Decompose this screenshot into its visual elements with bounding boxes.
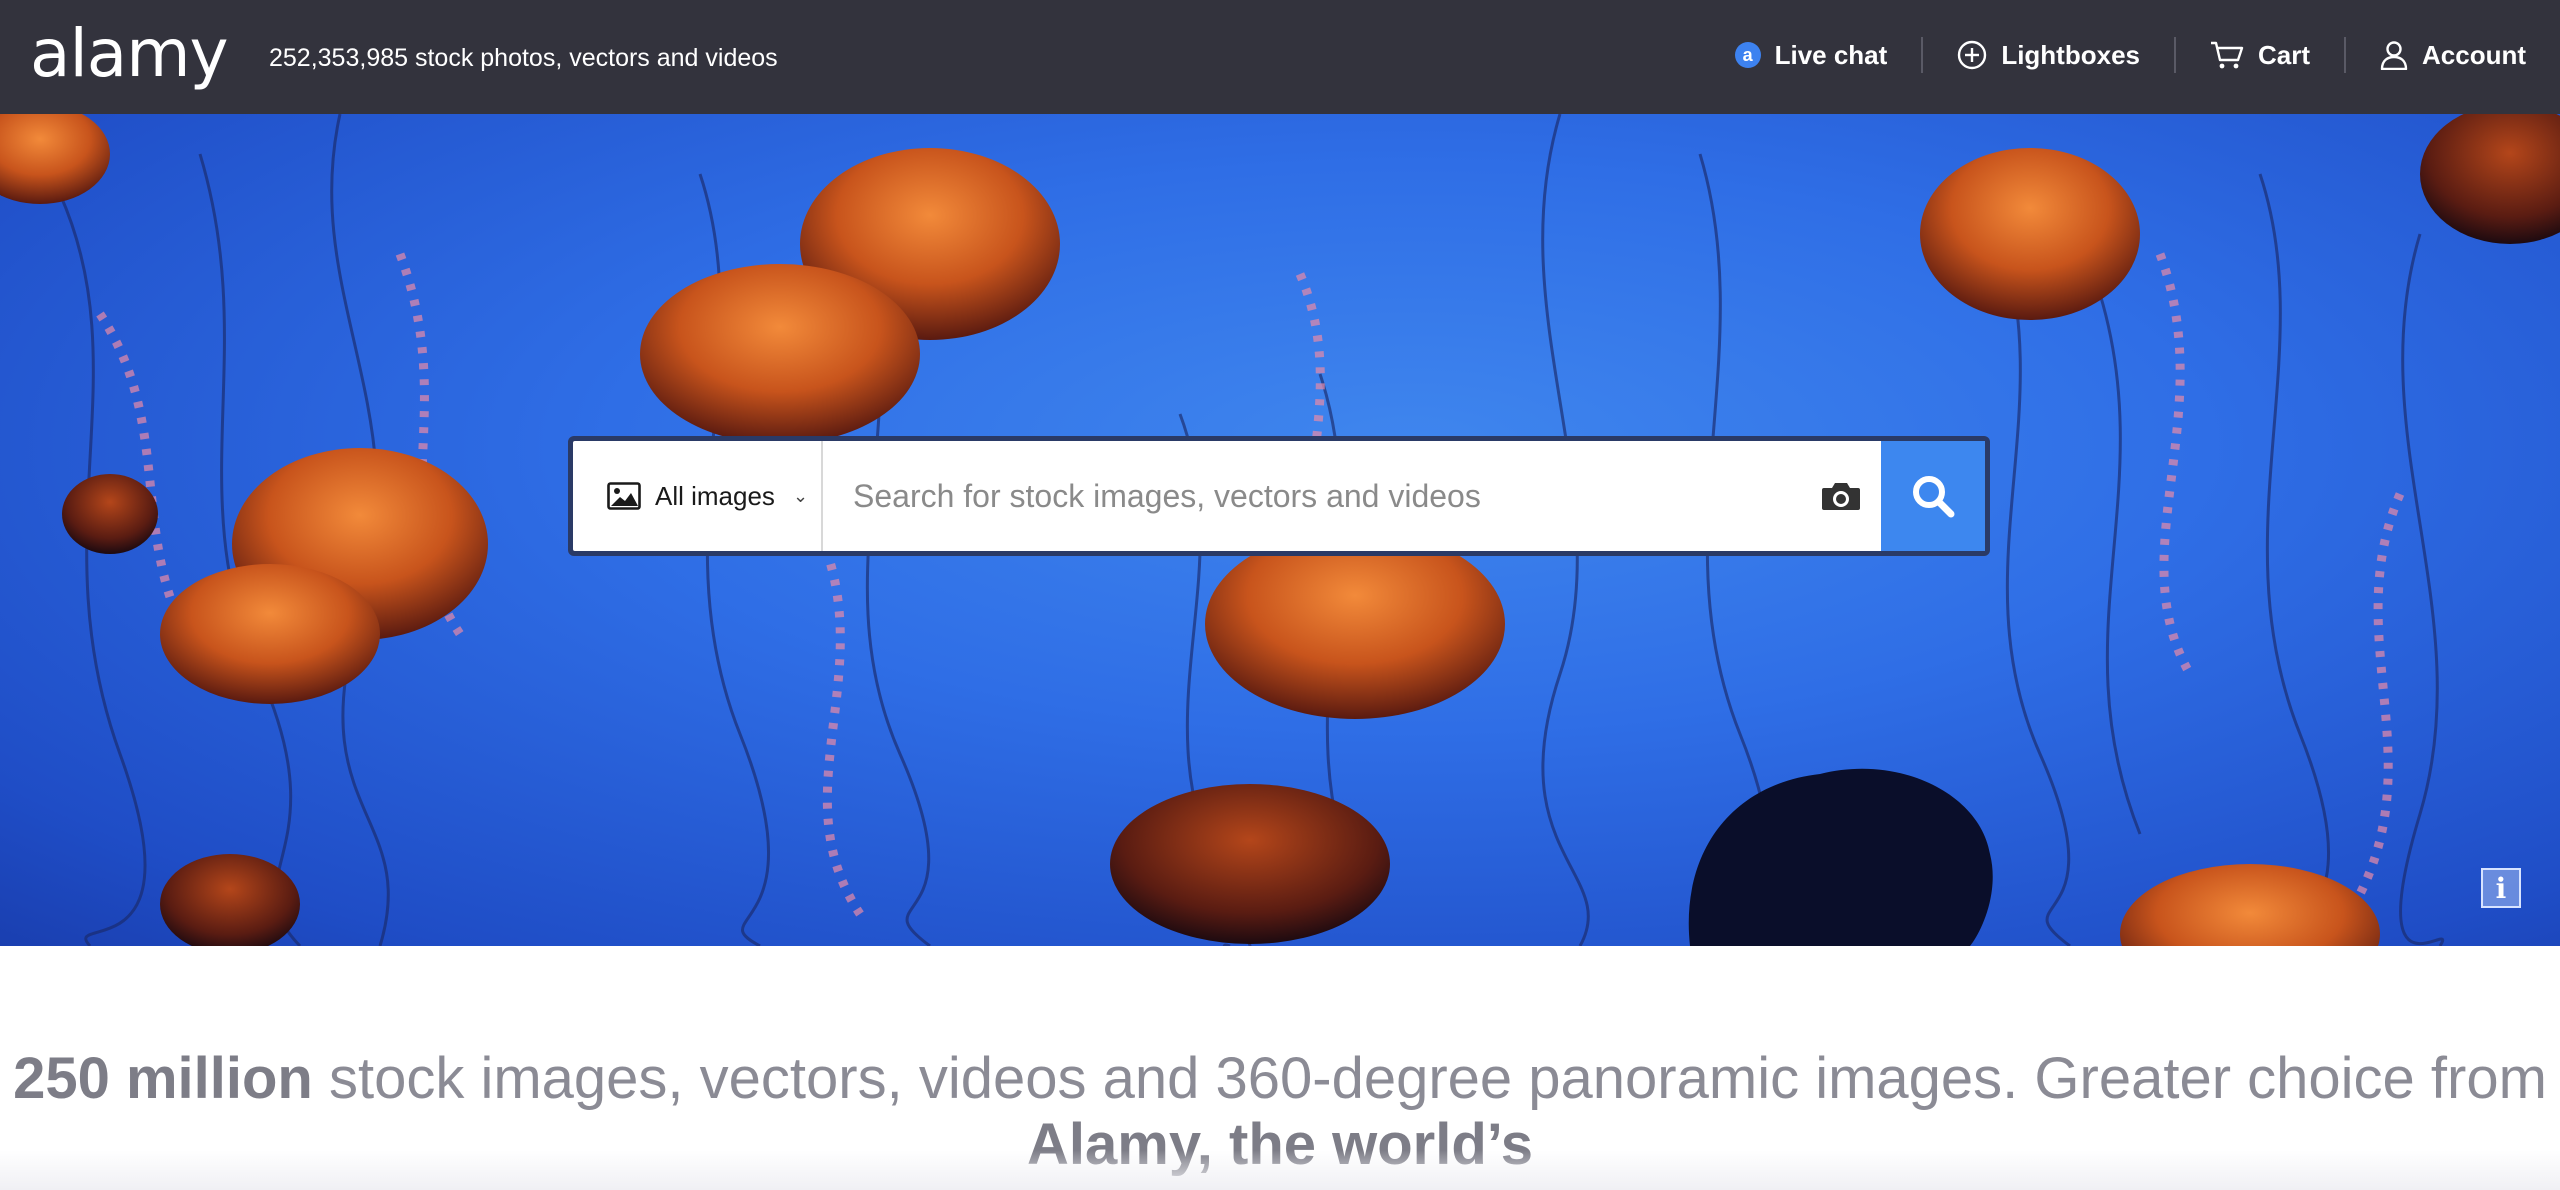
account-link[interactable]: Account <box>2346 30 2526 80</box>
search-input[interactable] <box>823 441 1801 551</box>
live-chat-label: Live chat <box>1774 39 1888 70</box>
plus-circle-icon <box>1958 40 1987 70</box>
image-info-button[interactable]: i <box>2481 868 2521 908</box>
account-label: Account <box>2422 39 2526 70</box>
alamy-logo[interactable]: alamy <box>30 14 229 94</box>
chevron-down-icon: ⌄ <box>792 485 809 506</box>
cart-link[interactable]: Cart <box>2176 30 2344 80</box>
search-button[interactable] <box>1881 441 1985 551</box>
search-bar-inner: All images ⌄ <box>573 441 1985 551</box>
hero-banner: All images ⌄ i <box>0 114 2560 946</box>
top-navigation-bar: alamy 252,353,985 stock photos, vectors … <box>0 0 2560 114</box>
image-type-dropdown[interactable]: All images ⌄ <box>573 441 823 551</box>
cart-icon <box>2210 41 2244 69</box>
camera-icon <box>1822 483 1860 510</box>
image-icon <box>607 482 641 510</box>
header-nav: a Live chat Lightboxes Cart Account <box>1701 30 2526 80</box>
section-fade <box>0 1150 2560 1190</box>
image-count-tagline: 252,353,985 stock photos, vectors and vi… <box>269 44 778 72</box>
intro-text: stock images, vectors, videos and 360-de… <box>312 1046 2547 1111</box>
lightboxes-link[interactable]: Lightboxes <box>1923 30 2174 80</box>
user-icon <box>2380 41 2408 70</box>
image-type-label: All images <box>655 480 775 511</box>
visual-search-camera-button[interactable] <box>1801 441 1881 551</box>
search-bar: All images ⌄ <box>568 436 1990 556</box>
chat-badge-icon: a <box>1734 42 1761 68</box>
intro-bold-lead: 250 million <box>13 1046 313 1111</box>
search-icon <box>1913 476 1955 518</box>
lightboxes-label: Lightboxes <box>2001 39 2140 70</box>
cart-label: Cart <box>2257 39 2310 70</box>
live-chat-link[interactable]: a Live chat <box>1701 30 1922 80</box>
